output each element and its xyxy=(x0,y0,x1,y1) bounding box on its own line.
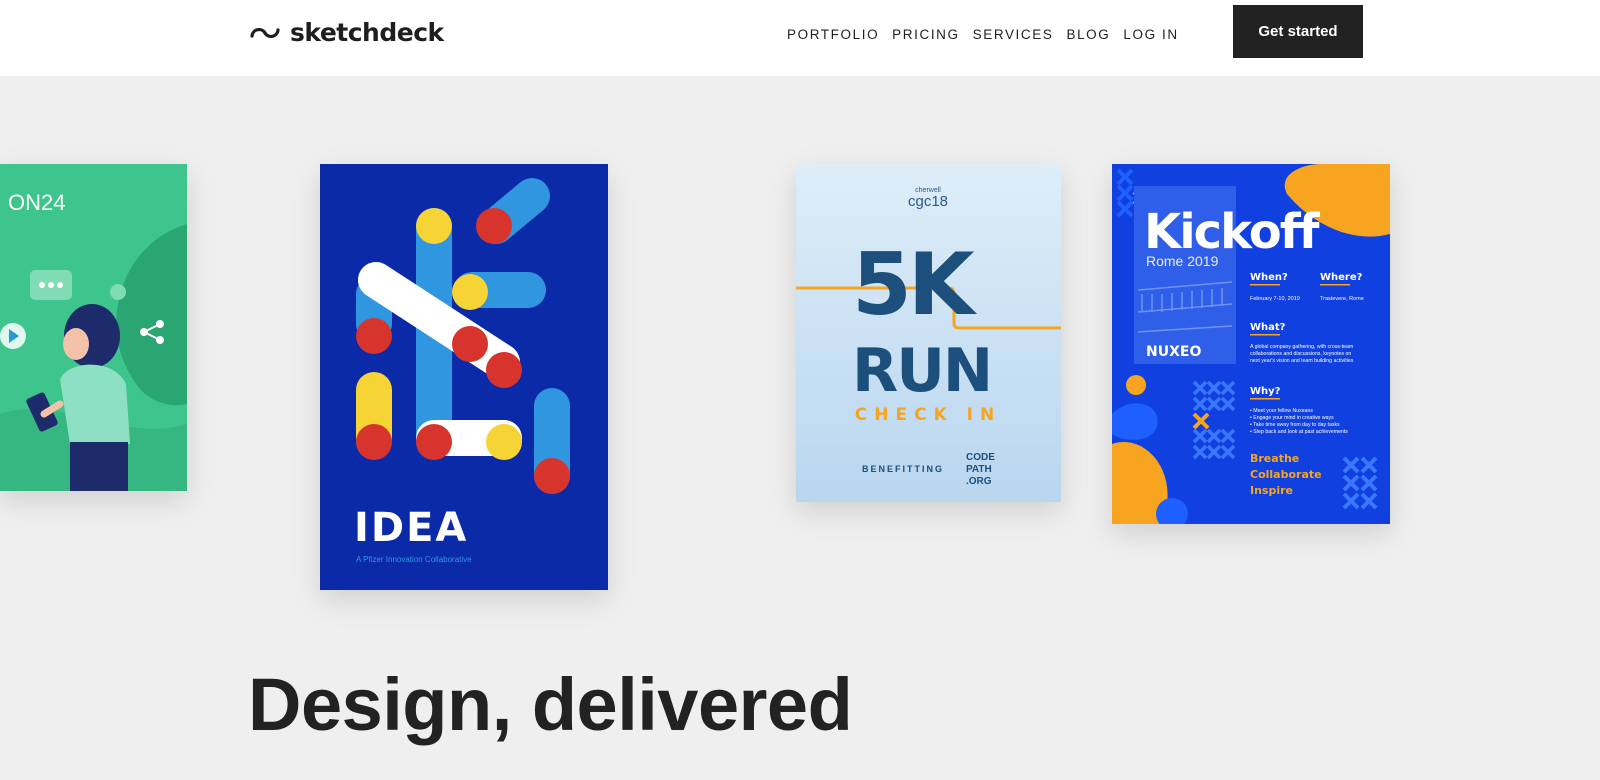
what-label: What? xyxy=(1250,322,1286,333)
logo-text: sketchdeck xyxy=(290,18,444,47)
nav-log-in[interactable]: LOG IN xyxy=(1123,27,1178,42)
main-nav: PORTFOLIO PRICING SERVICES BLOG LOG IN xyxy=(787,27,1179,42)
on24-brand: ON24 xyxy=(8,190,65,215)
why-item-4: • Step back and look at past achievement… xyxy=(1250,429,1348,435)
5k-benefit: BENEFITTING xyxy=(862,464,944,474)
5k-charity-1: CODE xyxy=(966,452,995,463)
kickoff-subtitle: Rome 2019 xyxy=(1146,253,1219,269)
nav-services[interactable]: SERVICES xyxy=(973,27,1054,42)
what-line-3: next year's vision and team building act… xyxy=(1250,358,1354,364)
on24-illustration: ON24 xyxy=(0,164,187,491)
5k-subtitle: RUN xyxy=(852,336,991,406)
portfolio-card-5k-run[interactable]: cherwell cgc18 5K RUN CHECK IN BENEFITTI… xyxy=(796,164,1061,502)
nav-portfolio[interactable]: PORTFOLIO xyxy=(787,27,879,42)
5k-title: 5K xyxy=(852,235,978,335)
5k-charity-3: .ORG xyxy=(966,476,992,487)
where-label: Where? xyxy=(1320,272,1363,283)
kickoff-title: Kickoff xyxy=(1144,204,1321,260)
5k-event: cgc18 xyxy=(908,193,948,210)
get-started-button[interactable]: Get started xyxy=(1233,5,1363,58)
idea-poster: IDEA A Pfizer Innovation Collaborative xyxy=(320,164,608,590)
idea-title: IDEA xyxy=(354,505,468,551)
kickoff-poster: NUXEO Kickoff Rome 2019 When? February 7… xyxy=(1112,164,1390,524)
where-value: Trastevere, Rome xyxy=(1320,296,1364,302)
what-line-1: A global company gathering, with cross-t… xyxy=(1250,344,1353,350)
sketchdeck-logo[interactable]: sketchdeck xyxy=(248,18,444,47)
portfolio-card-on24[interactable]: ON24 xyxy=(0,164,187,491)
5k-run-poster: cherwell cgc18 5K RUN CHECK IN BENEFITTI… xyxy=(796,164,1061,502)
idea-tagline: A Pfizer Innovation Collaborative xyxy=(356,555,472,564)
site-header: sketchdeck PORTFOLIO PRICING SERVICES BL… xyxy=(0,0,1600,76)
why-item-3: • Take time away from day to day tasks xyxy=(1250,422,1340,428)
tag-collaborate: Collaborate xyxy=(1250,468,1322,481)
when-value: February 7-10, 2019 xyxy=(1250,296,1300,302)
why-item-1: • Meet your fellow Nuxeans xyxy=(1250,408,1313,414)
5k-checkin: CHECK IN xyxy=(855,405,1001,425)
nav-pricing[interactable]: PRICING xyxy=(892,27,959,42)
nav-blog[interactable]: BLOG xyxy=(1066,27,1110,42)
user-badge-icon xyxy=(110,284,126,300)
5k-charity-2: PATH xyxy=(966,464,992,475)
why-label: Why? xyxy=(1250,386,1281,397)
why-item-2: • Engage your mind in creative ways xyxy=(1250,415,1334,421)
portfolio-card-idea[interactable]: IDEA A Pfizer Innovation Collaborative xyxy=(320,164,608,590)
hero-title: Design, delivered xyxy=(248,663,853,746)
what-line-2: collaborations and discussions, keynotes… xyxy=(1250,351,1351,357)
tag-inspire: Inspire xyxy=(1250,484,1293,497)
tag-breathe: Breathe xyxy=(1250,452,1299,465)
kickoff-brand: NUXEO xyxy=(1146,344,1201,360)
portfolio-card-kickoff[interactable]: NUXEO Kickoff Rome 2019 When? February 7… xyxy=(1112,164,1390,524)
logo-mark-icon xyxy=(250,27,280,38)
when-label: When? xyxy=(1250,272,1288,283)
